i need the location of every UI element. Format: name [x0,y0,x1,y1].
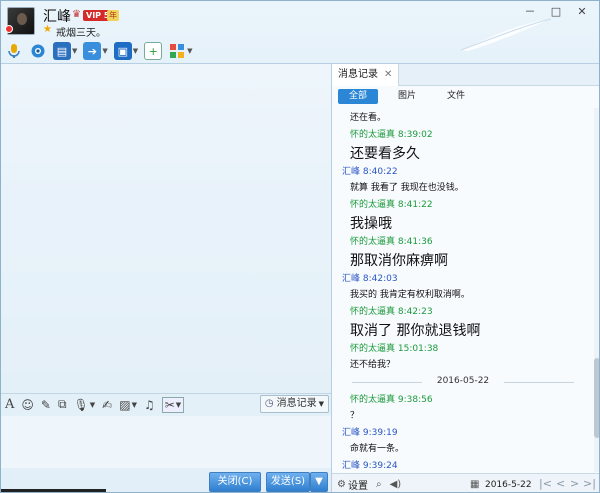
message-text: 命就有一条。 [350,444,405,454]
chevron-down-icon[interactable]: ▼ [187,47,192,55]
voice-message-icon[interactable]: 🎙 ▼ [74,398,96,412]
close-icon[interactable]: ✕ [384,64,392,86]
calendar-icon[interactable]: ▦ [470,479,479,490]
star-icon: ★ [43,24,52,35]
first-page-button[interactable]: |< [539,477,552,490]
search-icon[interactable]: ⌕ [376,479,382,490]
last-page-button[interactable]: >| [583,477,596,490]
screenshot-icon[interactable]: ✂ ▼ [161,396,185,413]
camera-icon [29,42,47,60]
screen-share-button[interactable]: ▤ ▼ [53,42,77,60]
history-toggle-label: 消息记录 [276,398,317,409]
filter-files[interactable]: 文件 [436,89,476,104]
message-sender-time: 怀的太逼真 8:39:02 [350,130,433,140]
volume-icon[interactable]: ◀) [390,479,402,490]
maximize-button[interactable]: □ [543,3,569,21]
magic-icon[interactable]: ✎ [41,398,51,412]
scrollbar-thumb[interactable] [594,358,599,438]
voice-call-button[interactable] [5,42,23,60]
message-sender-time: 汇峰 9:39:19 [342,428,398,438]
chevron-down-icon: ▼ [318,400,324,408]
chat-window: 汇峰 ♛ VIP 5 年 ★ 戒烟三天。 － □ ✕ ▤ ▼ ➔ ▼ ▣ ▼ +… [0,0,600,493]
history-toggle-button[interactable]: ◷ 消息记录 ▼ [259,395,329,413]
message-text: 我操哦 [350,216,392,232]
status-icon [5,25,13,33]
send-button[interactable]: 发送(S) [266,472,310,492]
minimize-button[interactable]: － [517,3,543,21]
message-text: 就算 我看了 我现在也没钱。 [350,183,464,193]
clock-icon: ◷ [264,398,274,409]
vip-year-badge: 年 [107,10,119,21]
send-options-button[interactable]: ▼ [310,472,328,492]
music-icon[interactable]: ♫ [144,398,155,412]
message-text: 我买的 我肯定有权利取消啊。 [350,290,470,300]
history-panel: 消息记录 ✕ 全部 图片 文件 还在看。怀的太逼真 8:39:02 还要看多久汇峰… [331,63,599,492]
message-text: 还在看。 [350,113,387,123]
chat-panel: A ☺ ✎ ⧉ 🎙 ▼ ✍ ▨ ▼ ♫ ✂ ▼ ◷ 消息记录 ▼ 关闭(C) 发送(S… [1,63,331,492]
message-text: 那取消你麻痹啊 [350,253,448,269]
history-filter-bar: 全部 图片 文件 [332,87,599,107]
apps-button[interactable]: ▼ [168,42,193,60]
close-window-button[interactable]: ✕ [569,3,595,21]
message-sender-time: 怀的太逼真 8:41:36 [350,237,433,247]
shake-icon[interactable]: ⧉ [58,397,67,412]
filter-images[interactable]: 图片 [387,89,427,104]
screen-share-icon: ▤ [53,42,71,60]
file-transfer-button[interactable]: ➔ ▼ [83,42,108,60]
chat-toolbar: ▤ ▼ ➔ ▼ ▣ ▼ + ▼ [5,41,199,61]
history-tabbar: 消息记录 ✕ [332,64,599,86]
apps-icon [168,42,186,60]
message-sender-time: 怀的太逼真 8:41:22 [350,200,433,210]
remote-desktop-button[interactable]: ▣ ▼ [113,42,138,60]
message-sender-time: 汇峰 9:39:24 [342,461,398,471]
history-footer: ⚙ 设置 ⌕ ◀) ▦ 2016-5-22 |< < > >| [332,473,599,492]
window-controls: － □ ✕ [517,3,595,21]
file-transfer-icon: ➔ [83,42,102,60]
message-sender-time: 汇峰 8:40:22 [342,167,398,177]
settings-link[interactable]: 设置 [348,477,368,492]
tab-message-history[interactable]: 消息记录 ✕ [332,64,400,86]
crown-icon: ♛ [72,9,81,20]
chevron-down-icon[interactable]: ▼ [102,47,107,55]
font-icon[interactable]: A [5,397,14,412]
message-sender-time: 怀的太逼真 9:38:56 [350,395,433,405]
message-sender-time: 怀的太逼真 8:42:23 [350,307,433,317]
chevron-down-icon[interactable]: ▼ [133,47,138,55]
message-input[interactable] [1,416,331,468]
message-text: 取消了 那你就退钱啊 [350,323,481,339]
history-scrollbar[interactable] [594,108,599,472]
video-call-button[interactable] [29,42,47,60]
next-page-button[interactable]: > [570,477,579,490]
feather-decoration-icon [460,18,552,51]
message-text: 还要看多久 [350,146,420,162]
message-history-list[interactable]: 还在看。怀的太逼真 8:39:02 还要看多久汇峰 8:40:22 就算 我看了 我… [332,108,594,472]
taskbar-strip [1,489,106,492]
contact-signature: 戒烟三天。 [56,28,106,39]
filter-all[interactable]: 全部 [338,89,378,104]
image-icon[interactable]: ▨ ▼ [119,398,137,412]
edit-icon[interactable]: ✍ [102,398,112,412]
date-separator: 2016-05-22 [332,376,594,386]
contact-name[interactable]: 汇峰 [43,6,71,26]
add-chat-button[interactable]: + [144,42,163,60]
add-chat-icon: + [144,42,163,60]
message-text: ？ [350,411,360,421]
mic-icon [5,42,23,60]
close-button[interactable]: 关闭(C) [209,472,261,492]
message-text: 还不给我？ [350,360,396,370]
gear-icon[interactable]: ⚙ [337,479,346,490]
history-date[interactable]: 2016-5-22 [485,480,532,490]
compose-toolbar: A ☺ ✎ ⧉ 🎙 ▼ ✍ ▨ ▼ ♫ ✂ ▼ ◷ 消息记录 ▼ [1,393,331,415]
prev-page-button[interactable]: < [556,477,565,490]
chat-header: 汇峰 ♛ VIP 5 年 ★ 戒烟三天。 － □ ✕ ▤ ▼ ➔ ▼ ▣ ▼ +… [1,1,599,63]
chevron-down-icon[interactable]: ▼ [72,47,77,55]
emoji-icon[interactable]: ☺ [21,398,34,412]
message-sender-time: 怀的太逼真 15:01:38 [350,344,439,354]
message-sender-time: 汇峰 8:42:03 [342,274,398,284]
remote-desktop-icon: ▣ [113,42,132,60]
tab-label: 消息记录 [338,69,378,80]
